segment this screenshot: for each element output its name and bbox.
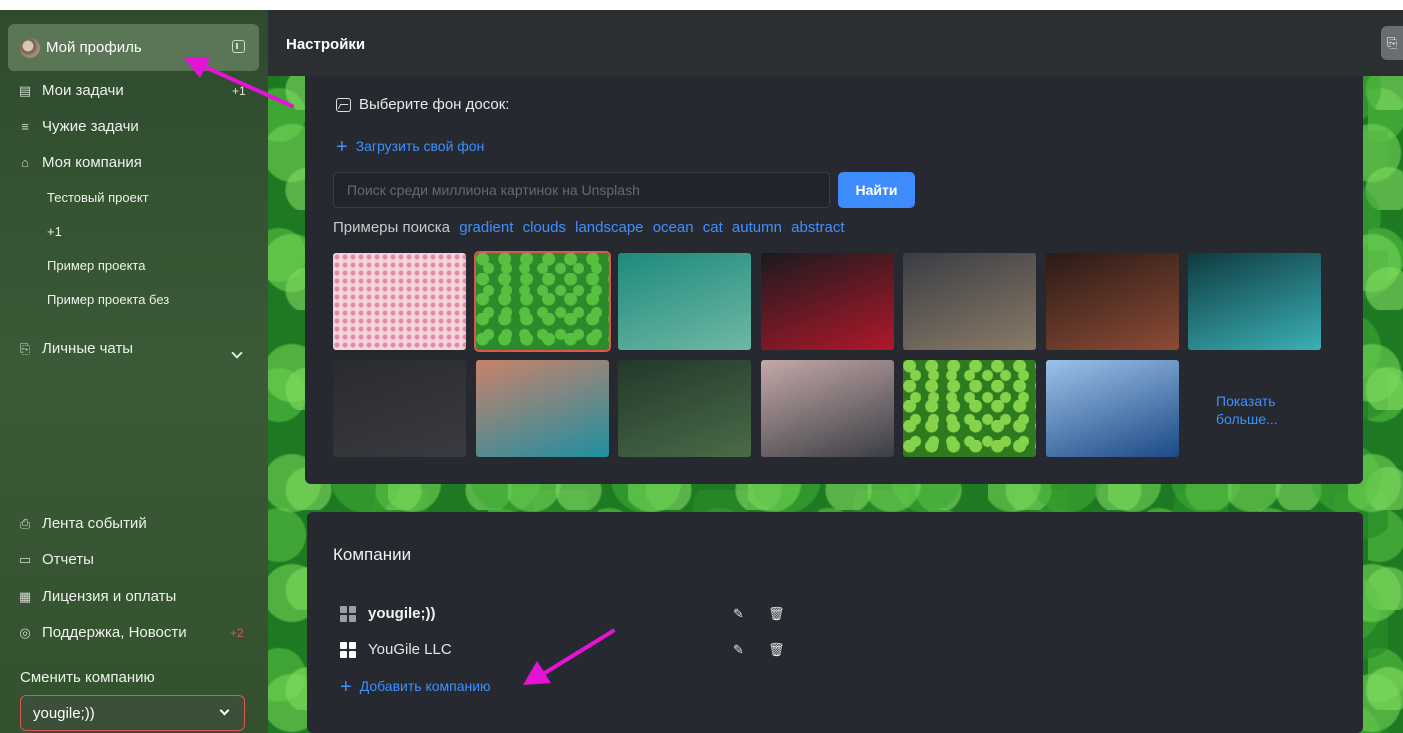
sidebar-item-personal-chats[interactable]: ⎘ Личные чаты xyxy=(18,340,133,357)
aerial-sea-thumb[interactable] xyxy=(618,253,751,350)
find-button[interactable]: Найти xyxy=(838,172,915,208)
project-item[interactable]: Пример проекта xyxy=(47,258,145,273)
background-title-text: Выберите фон досок: xyxy=(359,96,510,113)
trash-icon[interactable]: 🗑 xyxy=(768,606,785,622)
chat-icon: ⎘ xyxy=(19,340,31,356)
example-tag[interactable]: gradient xyxy=(459,219,513,236)
selected-company-value: yougile;)) xyxy=(33,704,95,722)
annotation-arrow xyxy=(523,629,615,685)
forest-aerial-thumb[interactable] xyxy=(618,360,751,457)
violin-thumb[interactable] xyxy=(1046,253,1179,350)
sidebar-item-label: Отчеты xyxy=(42,551,94,568)
example-tag[interactable]: ocean xyxy=(653,219,694,236)
sidebar-item-support[interactable]: ◎ Поддержка, Новости xyxy=(18,624,187,641)
top-header: Настройки ⎘ xyxy=(268,10,1403,76)
company-row[interactable]: YouGile LLC xyxy=(340,641,452,658)
sidebar-item-reports[interactable]: ▭ Отчеты xyxy=(18,551,94,568)
feed-icon: ⎙ xyxy=(19,515,31,531)
companies-title: Компании xyxy=(333,545,412,564)
add-company-link[interactable]: + Добавить компанию xyxy=(340,676,491,699)
blue-lake-thumb[interactable] xyxy=(1046,360,1179,457)
dark-wood-thumb[interactable] xyxy=(333,360,466,457)
pink-hearts-thumb[interactable] xyxy=(333,253,466,350)
sidebar-item-label: Поддержка, Новости xyxy=(42,624,187,641)
chat-toggle-button[interactable]: ⎘ xyxy=(1381,26,1403,60)
plus-icon: + xyxy=(340,676,352,698)
company-name: YouGile LLC xyxy=(368,641,452,658)
show-more-line2: больше... xyxy=(1216,411,1278,427)
sidebar-item-event-feed[interactable]: ⎙ Лента событий xyxy=(18,515,147,532)
sidebar-item-label: Лицензия и оплаты xyxy=(42,588,177,605)
project-item[interactable]: Тестовый проект xyxy=(47,190,149,205)
teal-water-thumb[interactable] xyxy=(1188,253,1321,350)
unsplash-search-input[interactable] xyxy=(333,172,830,208)
company-row[interactable]: yougile;)) xyxy=(340,605,436,622)
show-more-link[interactable]: Показать больше... xyxy=(1216,392,1278,428)
laptop-desk-thumb[interactable] xyxy=(903,253,1036,350)
example-tag[interactable]: autumn xyxy=(732,219,782,236)
sidebar-item-my-tasks[interactable]: ▤ Мои задачи xyxy=(18,82,124,99)
example-tag[interactable]: abstract xyxy=(791,219,844,236)
sidebar-item-label: Личные чаты xyxy=(42,340,134,357)
company-select[interactable]: yougile;)) xyxy=(20,695,245,731)
sidebar-item-label: Мой профиль xyxy=(46,39,142,56)
page-title: Настройки xyxy=(286,36,366,53)
clover-thumb[interactable] xyxy=(474,251,611,352)
upload-label: Загрузить свой фон xyxy=(355,138,485,154)
companies-panel xyxy=(307,512,1363,733)
company-name: yougile;)) xyxy=(368,605,436,622)
lifebuoy-icon: ◎ xyxy=(19,624,31,640)
grid-icon xyxy=(340,641,356,658)
chevron-down-icon[interactable] xyxy=(231,347,243,359)
sidebar-item-my-company[interactable]: ⌂ Моя компания xyxy=(18,154,142,171)
example-tag[interactable]: landscape xyxy=(575,219,643,236)
sidebar-item-others-tasks[interactable]: ≡ Чужие задачи xyxy=(18,118,139,135)
project-item[interactable]: +1 xyxy=(47,224,62,239)
road-thumb[interactable] xyxy=(761,360,894,457)
report-icon: ▭ xyxy=(18,551,32,567)
sidebar-item-label: Моя компания xyxy=(42,154,142,171)
trash-icon[interactable]: 🗑 xyxy=(768,642,785,658)
add-company-label: Добавить компанию xyxy=(359,678,491,694)
grid-icon xyxy=(340,605,356,622)
list-icon: ≡ xyxy=(21,118,29,134)
news-count-badge: +2 xyxy=(230,626,244,640)
briefcase-icon: ⌂ xyxy=(21,154,29,170)
sidebar-item-label: Чужие задачи xyxy=(42,118,139,135)
upload-background-link[interactable]: + Загрузить свой фон xyxy=(336,136,484,159)
example-tag[interactable]: cat xyxy=(703,219,723,236)
pencil-icon[interactable]: ✎ xyxy=(733,606,744,622)
annotation-arrow xyxy=(184,58,294,108)
search-examples: Примеры поиска gradient clouds landscape… xyxy=(333,219,845,236)
receipt-icon: ▦ xyxy=(18,588,32,604)
chevron-down-icon xyxy=(219,705,230,716)
mountain-lake-thumb[interactable] xyxy=(476,360,609,457)
sidebar-item-label: Лента событий xyxy=(42,515,147,532)
grass-thumb[interactable] xyxy=(903,360,1036,457)
background-section-title: Выберите фон досок: xyxy=(336,96,509,113)
pencil-icon[interactable]: ✎ xyxy=(733,642,744,658)
plus-icon: + xyxy=(336,136,348,158)
examples-label: Примеры поиска xyxy=(333,219,451,236)
image-icon xyxy=(336,97,351,112)
avatar xyxy=(20,37,40,58)
project-item[interactable]: Пример проекта без xyxy=(47,292,169,307)
task-list-icon: ▤ xyxy=(18,82,32,98)
sidebar-item-label: Мои задачи xyxy=(42,82,124,99)
example-tag[interactable]: clouds xyxy=(523,219,566,236)
switch-company-label: Сменить компанию xyxy=(20,669,155,686)
sidebar: Мой профиль ▤ Мои задачи +1 ≡ Чужие зада… xyxy=(0,10,268,733)
show-more-line1: Показать xyxy=(1216,393,1276,409)
red-car-thumb[interactable] xyxy=(761,253,894,350)
sidebar-item-license[interactable]: ▦ Лицензия и оплаты xyxy=(18,588,176,605)
